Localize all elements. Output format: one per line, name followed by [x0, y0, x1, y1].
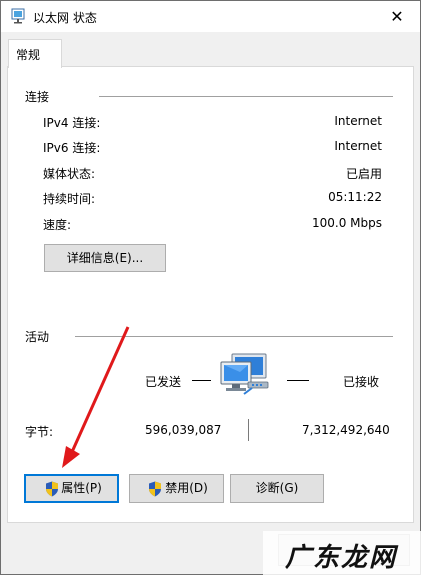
disable-button[interactable]: 禁用(D) — [129, 474, 224, 503]
watermark-text: 广东龙网 — [285, 543, 398, 573]
sent-dash — [192, 380, 211, 381]
details-button-label: 详细信息(E)... — [66, 251, 144, 265]
network-adapter-icon — [11, 8, 25, 24]
speed-value: 100.0 Mbps — [311, 216, 382, 230]
close-icon: ✕ — [390, 7, 404, 26]
window-title: 以太网 状态 — [33, 11, 97, 25]
duration-value: 05:11:22 — [328, 190, 382, 204]
received-label: 已接收 — [343, 375, 380, 389]
connection-group-label: 连接 — [25, 88, 56, 105]
ipv4-value: Internet — [334, 114, 382, 128]
media-state-value: 已启用 — [345, 167, 382, 181]
diagnose-button-label: 诊断(G) — [255, 481, 299, 495]
tab-general-label: 常规 — [16, 48, 41, 62]
speed-label: 速度: — [43, 218, 72, 232]
network-computers-icon — [220, 353, 269, 395]
details-button[interactable]: 详细信息(E)... — [44, 244, 166, 272]
ipv4-label: IPv4 连接: — [43, 116, 101, 130]
uac-shield-icon — [46, 481, 58, 497]
sent-label: 已发送 — [145, 375, 182, 389]
close-button[interactable]: ✕ — [374, 1, 420, 32]
title-bar: 以太网 状态 ✕ — [1, 1, 420, 32]
properties-button-label: 属性(P) — [61, 481, 102, 495]
bytes-sent-value: 596,039,087 — [145, 423, 222, 437]
ipv6-label: IPv6 连接: — [43, 141, 101, 155]
activity-group-label: 活动 — [25, 328, 56, 345]
disable-button-label: 禁用(D) — [165, 481, 208, 495]
duration-label: 持续时间: — [43, 192, 96, 206]
watermark: 广东龙网 — [263, 531, 421, 575]
status-dialog: 以太网 状态 ✕ 常规 连接 IPv4 连接: Internet IPv6 连接… — [0, 0, 421, 575]
received-dash — [287, 380, 309, 381]
properties-button[interactable]: 属性(P) — [24, 474, 119, 503]
uac-shield-icon — [149, 481, 161, 497]
bytes-separator — [248, 419, 249, 441]
ipv6-value: Internet — [334, 139, 382, 153]
bytes-label: 字节: — [25, 425, 54, 439]
tab-general[interactable]: 常规 — [8, 39, 62, 68]
bytes-received-value: 7,312,492,640 — [302, 423, 390, 437]
connection-divider — [99, 96, 393, 97]
diagnose-button[interactable]: 诊断(G) — [230, 474, 324, 503]
general-panel: 连接 IPv4 连接: Internet IPv6 连接: Internet 媒… — [7, 66, 414, 523]
activity-divider — [75, 336, 393, 337]
media-state-label: 媒体状态: — [43, 167, 96, 181]
